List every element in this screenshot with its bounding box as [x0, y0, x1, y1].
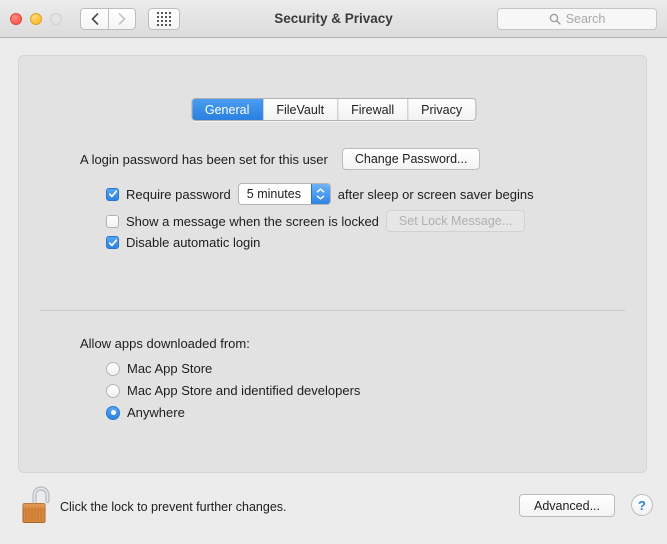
allow-apps-option-anywhere[interactable]: Anywhere — [106, 405, 185, 420]
tab-filevault-label: FileVault — [276, 102, 325, 117]
tab-firewall-label: Firewall — [351, 102, 395, 117]
traffic-light-group — [10, 12, 62, 25]
disable-automatic-login-label: Disable automatic login — [126, 235, 261, 250]
checkmark-icon — [108, 238, 117, 246]
show-lock-message-label: Show a message when the screen is locked — [126, 213, 379, 229]
zoom-window-button — [50, 12, 62, 25]
close-window-button[interactable] — [10, 12, 22, 25]
forward-button — [108, 7, 136, 30]
tab-privacy[interactable]: Privacy — [408, 99, 476, 120]
unlocked-padlock-icon — [22, 486, 50, 523]
radio-identified-developers-label: Mac App Store and identified developers — [127, 383, 361, 398]
allow-apps-heading-row: Allow apps downloaded from: — [80, 336, 250, 351]
stepper-arrows-icon[interactable] — [310, 184, 330, 204]
search-input-placeholder: Search — [565, 12, 606, 26]
lock-message-label: Click the lock to prevent further change… — [60, 500, 287, 514]
chevron-right-icon — [118, 12, 126, 25]
show-lock-message-checkbox[interactable] — [106, 214, 119, 228]
require-password-interval-value: 5 minutes — [238, 184, 311, 204]
help-button[interactable]: ? — [631, 494, 653, 516]
preference-content: General FileVault Firewall Privacy A log… — [0, 38, 667, 474]
radio-anywhere-label: Anywhere — [127, 405, 185, 420]
chevron-left-icon — [91, 12, 98, 25]
window-titlebar: Security & Privacy Search — [0, 0, 667, 38]
lock-button[interactable] — [20, 482, 54, 528]
chevron-up-icon — [316, 188, 325, 193]
preference-footer: Click the lock to prevent further change… — [0, 474, 667, 544]
tab-firewall[interactable]: Firewall — [338, 99, 409, 120]
allow-apps-option-mac-app-store[interactable]: Mac App Store — [106, 361, 212, 376]
allow-apps-option-identified-developers[interactable]: Mac App Store and identified developers — [106, 383, 360, 398]
section-divider — [40, 310, 625, 311]
grid-icon — [157, 11, 171, 26]
navigation-button-group — [80, 7, 136, 30]
security-privacy-window: Security & Privacy Search General FileVa… — [0, 0, 667, 544]
search-icon — [549, 13, 561, 25]
require-password-row: Require password 5 minutes after sleep o… — [106, 183, 534, 205]
set-lock-message-button: Set Lock Message... — [385, 210, 526, 232]
change-password-button[interactable]: Change Password... — [341, 148, 481, 170]
show-all-button[interactable] — [148, 7, 180, 30]
radio-mac-app-store[interactable] — [106, 361, 120, 376]
back-button[interactable] — [80, 7, 108, 30]
show-lock-message-row: Show a message when the screen is locked… — [106, 210, 526, 232]
pane-tab-bar: General FileVault Firewall Privacy — [190, 98, 477, 121]
login-password-status-label: A login password has been set for this u… — [80, 151, 328, 167]
tab-general[interactable]: General — [191, 99, 264, 120]
require-password-suffix-label: after sleep or screen saver begins — [337, 186, 534, 202]
login-password-row: A login password has been set for this u… — [80, 148, 481, 170]
require-password-checkbox[interactable] — [106, 187, 119, 201]
radio-mac-app-store-label: Mac App Store — [127, 361, 213, 376]
require-password-label: Require password — [126, 186, 231, 202]
chevron-down-icon — [316, 195, 325, 200]
tab-privacy-label: Privacy — [421, 102, 463, 117]
radio-identified-developers[interactable] — [106, 383, 120, 398]
advanced-button[interactable]: Advanced... — [518, 494, 615, 517]
radio-anywhere[interactable] — [106, 405, 120, 420]
require-password-interval-popup[interactable]: 5 minutes — [237, 183, 331, 205]
checkmark-icon — [108, 190, 117, 198]
allow-apps-heading: Allow apps downloaded from: — [80, 336, 250, 351]
tab-filevault[interactable]: FileVault — [263, 99, 339, 120]
minimize-window-button[interactable] — [30, 12, 42, 25]
disable-automatic-login-checkbox[interactable] — [106, 236, 119, 249]
tab-general-label: General — [204, 102, 250, 117]
search-field[interactable]: Search — [497, 8, 657, 30]
disable-automatic-login-row: Disable automatic login — [106, 235, 260, 250]
